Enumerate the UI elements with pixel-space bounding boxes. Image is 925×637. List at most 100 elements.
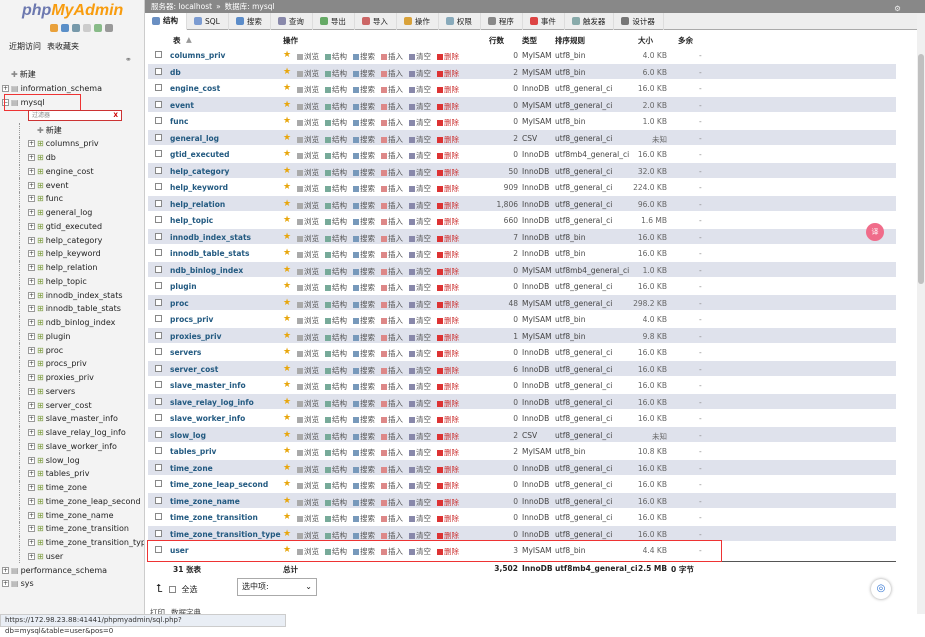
action-empty[interactable]: 清空 (409, 513, 431, 524)
star-icon[interactable]: ★ (283, 215, 291, 225)
table-name-link[interactable]: db (170, 68, 181, 77)
tab-7[interactable]: 权限 (439, 12, 481, 30)
expand-icon[interactable]: + (28, 154, 35, 162)
tab-6[interactable]: 操作 (397, 12, 439, 30)
size[interactable]: 6.0 KB (623, 68, 667, 77)
row-checkbox[interactable] (155, 315, 162, 322)
table-name-link[interactable]: proxies_priv (170, 332, 221, 341)
action-drop[interactable]: 删除 (437, 447, 459, 458)
tree-item[interactable]: + ⊞ proxies_priv (2, 370, 144, 385)
row-checkbox[interactable] (155, 133, 162, 141)
action-search[interactable]: 搜索 (353, 480, 375, 491)
action-search[interactable]: 搜索 (353, 167, 375, 178)
action-insert[interactable]: 插入 (381, 117, 403, 128)
action-empty[interactable]: 清空 (409, 167, 431, 178)
table-row[interactable]: gtid_executed ★ 浏览 结构 搜索 插入 清空 删除 0 InnoDB utf8mb4… (148, 146, 896, 163)
action-browse[interactable]: 浏览 (297, 447, 319, 458)
table-row[interactable]: innodb_index_stats ★ 浏览 结构 搜索 插入 清空 删除 7 InnoDB ut… (148, 228, 896, 245)
expand-icon[interactable]: + (28, 332, 35, 340)
action-insert[interactable]: 插入 (381, 84, 403, 95)
translate-icon[interactable]: 译 (866, 223, 884, 241)
action-search[interactable]: 搜索 (353, 134, 375, 145)
table-name-link[interactable]: slave_relay_log_info (170, 398, 254, 407)
table-name-link[interactable]: event (170, 101, 194, 110)
action-search[interactable]: 搜索 (353, 315, 375, 326)
action-structure[interactable]: 结构 (325, 183, 347, 194)
table-name-link[interactable]: help_relation (170, 200, 225, 209)
header-rows[interactable]: 行数 (489, 35, 504, 46)
action-drop[interactable]: 删除 (437, 431, 459, 442)
star-icon[interactable]: ★ (283, 380, 291, 390)
action-empty[interactable]: 清空 (409, 381, 431, 392)
action-empty[interactable]: 清空 (409, 365, 431, 376)
tree-item[interactable]: + ⊞ slave_relay_log_info (2, 425, 144, 440)
action-structure[interactable]: 结构 (325, 84, 347, 95)
action-search[interactable]: 搜索 (353, 150, 375, 161)
size[interactable]: 16.0 KB (623, 348, 667, 357)
row-checkbox[interactable] (155, 298, 162, 306)
action-insert[interactable]: 插入 (381, 216, 403, 227)
row-checkbox[interactable] (155, 117, 162, 124)
expand-icon[interactable]: + (28, 236, 35, 244)
expand-icon[interactable]: + (28, 360, 35, 368)
action-drop[interactable]: 删除 (437, 381, 459, 392)
table-row[interactable]: plugin ★ 浏览 结构 搜索 插入 清空 删除 0 InnoDB utf8_general_c… (148, 278, 896, 295)
action-drop[interactable]: 删除 (437, 266, 459, 277)
tree-item[interactable]: + ⊞ slow_log (2, 453, 144, 467)
expand-icon[interactable]: + (28, 277, 35, 285)
size[interactable]: 16.0 KB (623, 513, 667, 522)
header-collation[interactable]: 排序规则 (555, 35, 585, 46)
table-name-link[interactable]: time_zone_name (170, 497, 240, 506)
action-insert[interactable]: 插入 (381, 51, 403, 62)
size[interactable]: 2.0 KB (623, 101, 667, 110)
table-filter-input[interactable]: 过滤器 X (28, 110, 122, 121)
action-empty[interactable]: 清空 (409, 398, 431, 409)
action-browse[interactable]: 浏览 (297, 381, 319, 392)
expand-icon[interactable]: + (28, 209, 35, 217)
tree-item[interactable]: + ⊞ procs_priv (2, 357, 144, 371)
action-insert[interactable]: 插入 (381, 480, 403, 491)
action-browse[interactable]: 浏览 (297, 414, 319, 425)
action-browse[interactable]: 浏览 (297, 431, 319, 442)
size[interactable]: 16.0 KB (623, 381, 667, 390)
size[interactable]: 96.0 KB (623, 200, 667, 209)
table-name-link[interactable]: plugin (170, 282, 197, 291)
action-browse[interactable]: 浏览 (297, 51, 319, 62)
action-insert[interactable]: 插入 (381, 365, 403, 376)
size[interactable]: 未知 (623, 134, 667, 145)
size[interactable]: 4.0 KB (623, 51, 667, 60)
action-empty[interactable]: 清空 (409, 282, 431, 293)
action-browse[interactable]: 浏览 (297, 233, 319, 244)
action-browse[interactable]: 浏览 (297, 513, 319, 524)
star-icon[interactable]: ★ (283, 331, 291, 341)
table-row[interactable]: db ★ 浏览 结构 搜索 插入 清空 删除 2 MyISAM utf8_bin 6.0 KB - (148, 63, 896, 80)
expand-icon[interactable]: + (28, 222, 35, 230)
action-structure[interactable]: 结构 (325, 200, 347, 211)
size[interactable]: 16.0 KB (623, 150, 667, 159)
action-drop[interactable]: 删除 (437, 117, 459, 128)
expand-icon[interactable]: + (28, 387, 35, 395)
tab-9[interactable]: 事件 (523, 12, 565, 30)
size[interactable]: 16.0 KB (623, 530, 667, 539)
table-row[interactable]: slave_relay_log_info ★ 浏览 结构 搜索 插入 清空 删除 0 InnoDB… (148, 393, 896, 410)
tree-item[interactable]: + ⊞ slave_worker_info (2, 439, 144, 454)
action-search[interactable]: 搜索 (353, 233, 375, 244)
table-row[interactable]: time_zone ★ 浏览 结构 搜索 插入 清空 删除 0 InnoDB utf8_genera… (148, 459, 896, 476)
star-icon[interactable]: ★ (283, 430, 291, 440)
action-insert[interactable]: 插入 (381, 332, 403, 343)
action-drop[interactable]: 删除 (437, 249, 459, 260)
action-browse[interactable]: 浏览 (297, 464, 319, 475)
action-structure[interactable]: 结构 (325, 381, 347, 392)
table-name-link[interactable]: servers (170, 348, 201, 357)
row-checkbox[interactable] (155, 183, 162, 190)
tree-item[interactable]: + ⊞ event (2, 178, 144, 192)
action-drop[interactable]: 删除 (437, 332, 459, 343)
phpmyadmin-logo[interactable]: phpMyAdmin (22, 2, 123, 20)
table-row[interactable]: help_topic ★ 浏览 结构 搜索 插入 清空 删除 660 InnoDB utf8_gen… (148, 212, 896, 229)
action-insert[interactable]: 插入 (381, 167, 403, 178)
action-browse[interactable]: 浏览 (297, 299, 319, 310)
tab-0[interactable]: 结构 (145, 12, 187, 30)
action-browse[interactable]: 浏览 (297, 398, 319, 409)
action-browse[interactable]: 浏览 (297, 68, 319, 79)
action-insert[interactable]: 插入 (381, 68, 403, 79)
